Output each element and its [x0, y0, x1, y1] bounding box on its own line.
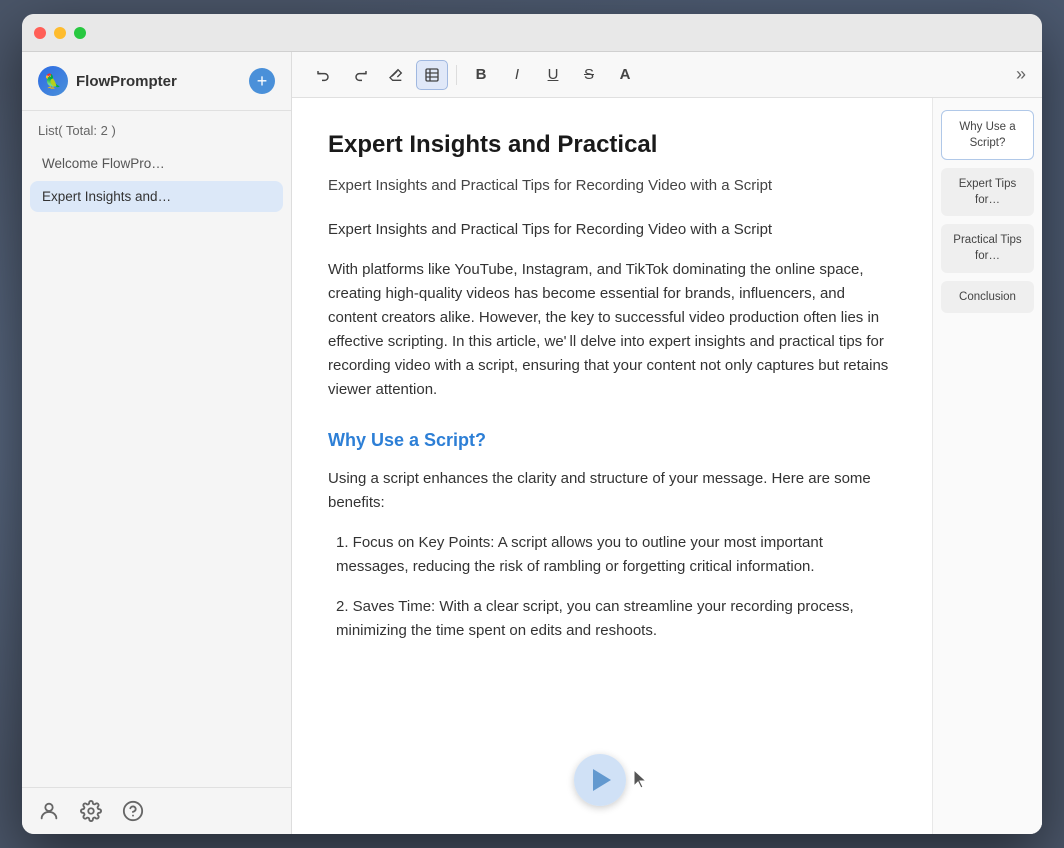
sidebar-header: 🦜 FlowPrompter + — [22, 52, 291, 111]
doc-title: Expert Insights and Practical — [328, 126, 896, 164]
titlebar — [22, 14, 1042, 52]
section1-item2: 2. Saves Time: With a clear script, you … — [328, 595, 896, 643]
play-button[interactable] — [574, 754, 626, 806]
cursor-icon — [632, 768, 650, 792]
bold-button[interactable]: B — [465, 60, 497, 90]
toolbar: B I U S A » — [292, 52, 1042, 98]
brand: 🦜 FlowPrompter — [38, 66, 177, 96]
table-button[interactable] — [416, 60, 448, 90]
sidebar-footer — [22, 787, 291, 834]
sidebar-item-expert-insights[interactable]: Expert Insights and… — [30, 181, 283, 212]
toolbar-more-button[interactable]: » — [1016, 64, 1026, 85]
brand-logo: 🦜 — [38, 66, 68, 96]
gear-icon[interactable] — [80, 800, 102, 822]
redo-button[interactable] — [344, 60, 376, 90]
app-window: 🦜 FlowPrompter + List( Total: 2 ) Welcom… — [22, 14, 1042, 834]
doc-body-para1: With platforms like YouTube, Instagram, … — [328, 258, 896, 402]
help-icon[interactable] — [122, 800, 144, 822]
user-icon[interactable] — [38, 800, 60, 822]
maximize-button[interactable] — [74, 27, 86, 39]
brand-name: FlowPrompter — [76, 73, 177, 90]
section1-intro: Using a script enhances the clarity and … — [328, 467, 896, 515]
outline-item-why-use[interactable]: Why Use a Script? — [941, 110, 1034, 160]
editor[interactable]: Expert Insights and Practical Expert Ins… — [292, 98, 932, 834]
strikethrough-button[interactable]: S — [573, 60, 605, 90]
italic-button[interactable]: I — [501, 60, 533, 90]
editor-container: Expert Insights and Practical Expert Ins… — [292, 98, 1042, 834]
main-area: B I U S A » Expert Insights and Practica… — [292, 52, 1042, 834]
sidebar-items: Welcome FlowPro… Expert Insights and… — [22, 144, 291, 787]
section1-heading: Why Use a Script? — [328, 426, 896, 455]
close-button[interactable] — [34, 27, 46, 39]
outline-panel: Why Use a Script? Expert Tips for… Pract… — [932, 98, 1042, 834]
outline-item-expert-tips[interactable]: Expert Tips for… — [941, 168, 1034, 216]
font-button[interactable]: A — [609, 60, 641, 90]
undo-button[interactable] — [308, 60, 340, 90]
doc-intro: Expert Insights and Practical Tips for R… — [328, 218, 896, 242]
brand-logo-symbol: 🦜 — [44, 73, 61, 90]
outline-item-conclusion[interactable]: Conclusion — [941, 281, 1034, 313]
app-content: 🦜 FlowPrompter + List( Total: 2 ) Welcom… — [22, 52, 1042, 834]
minimize-button[interactable] — [54, 27, 66, 39]
section1-item1: 1. Focus on Key Points: A script allows … — [328, 531, 896, 579]
toolbar-divider-1 — [456, 65, 457, 85]
underline-button[interactable]: U — [537, 60, 569, 90]
doc-subtitle: Expert Insights and Practical Tips for R… — [328, 174, 896, 198]
outline-item-practical-tips[interactable]: Practical Tips for… — [941, 224, 1034, 272]
eraser-button[interactable] — [380, 60, 412, 90]
doc-body: Expert Insights and Practical Tips for R… — [328, 218, 896, 643]
play-icon — [593, 769, 611, 791]
sidebar: 🦜 FlowPrompter + List( Total: 2 ) Welcom… — [22, 52, 292, 834]
add-document-button[interactable]: + — [249, 68, 275, 94]
editor-area: Expert Insights and Practical Expert Ins… — [292, 98, 932, 834]
sidebar-item-welcome[interactable]: Welcome FlowPro… — [30, 148, 283, 179]
list-label: List( Total: 2 ) — [22, 111, 291, 144]
